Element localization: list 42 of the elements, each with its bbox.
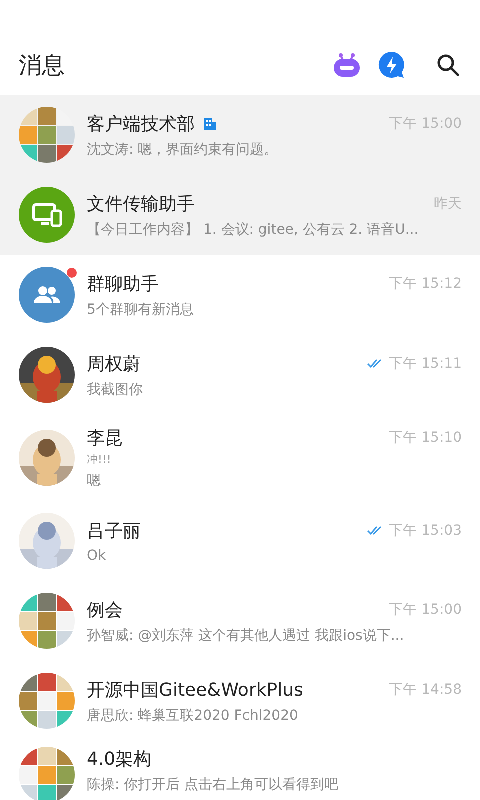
message-time: 下午 15:11 <box>389 354 462 372</box>
message-time: 下午 15:00 <box>389 114 462 132</box>
message-preview: 陈操: 你打开后 点击右上角可以看得到吧 <box>87 776 340 794</box>
contact-name: 例会 <box>87 598 123 622</box>
message-time: 下午 15:10 <box>389 429 462 447</box>
message-preview: 孙智威: @刘东萍 这个有其他人遇过 我跟ios说下... <box>87 626 406 644</box>
contact-name: 开源中国Gitee&WorkPlus <box>87 678 304 702</box>
message-time: 下午 15:12 <box>389 274 462 292</box>
message-preview: 【今日工作内容】 1. 会议: gitee, 公有云 2. 语音U... <box>87 220 420 238</box>
contact-name: 文件传输助手 <box>87 192 195 216</box>
conversation-row[interactable]: 吕子丽 下午 15:03 Ok <box>0 501 480 581</box>
contact-name: 吕子丽 <box>87 520 141 542</box>
conversation-row[interactable]: 客户端技术部 下午 15:00 沈文涛: 嗯，界面约束有问题。 <box>0 95 480 175</box>
contact-name: 周权蔚 <box>87 352 141 376</box>
page-title: 消息 <box>19 52 66 80</box>
message-time: 下午 15:03 <box>389 522 462 540</box>
monitor-phone-icon <box>19 187 75 243</box>
people-icon <box>19 267 75 323</box>
conversation-row[interactable]: 周权蔚 下午 15:11 我截图你 <box>0 335 480 415</box>
conversation-row[interactable]: 群聊助手 下午 15:12 5个群聊有新消息 <box>0 255 480 335</box>
message-time: 下午 15:00 <box>389 600 462 618</box>
robot-icon[interactable] <box>332 52 362 78</box>
message-time: 下午 14:58 <box>389 680 462 698</box>
conversation-row[interactable]: 文件传输助手 昨天 【今日工作内容】 1. 会议: gitee, 公有云 2. 语音U... <box>0 175 480 255</box>
conversation-row[interactable]: 开源中国Gitee&WorkPlus 下午 14:58 唐思欣: 蜂巢互联2020 Fchl2020 <box>0 661 480 741</box>
lightning-chat-icon[interactable] <box>378 51 406 79</box>
search-icon[interactable] <box>436 53 460 77</box>
message-preview: 5个群聊有新消息 <box>87 300 195 318</box>
contact-name: 4.0架构 <box>87 748 152 771</box>
conversation-row[interactable]: 李昆 下午 15:10 冲!!! 嗯 <box>0 415 480 501</box>
contact-name: 客户端技术部 <box>87 112 195 136</box>
message-preview: 沈文涛: 嗯，界面约束有问题。 <box>87 140 280 158</box>
message-time: 昨天 <box>434 194 462 212</box>
contact-name: 群聊助手 <box>87 272 159 296</box>
message-preview: 唐思欣: 蜂巢互联2020 Fchl2020 <box>87 706 300 724</box>
conversation-row[interactable]: 例会 下午 15:00 孙智威: @刘东萍 这个有其他人遇过 我跟ios说下... <box>0 581 480 661</box>
conversation-row[interactable]: 4.0架构 陈操: 你打开后 点击右上角可以看得到吧 <box>0 741 480 800</box>
contact-name: 李昆 <box>87 427 123 450</box>
message-preview: 嗯 <box>87 472 102 490</box>
message-preview: 我截图你 <box>87 380 144 398</box>
message-preview: Ok <box>87 548 108 564</box>
message-note: 冲!!! <box>87 452 112 467</box>
